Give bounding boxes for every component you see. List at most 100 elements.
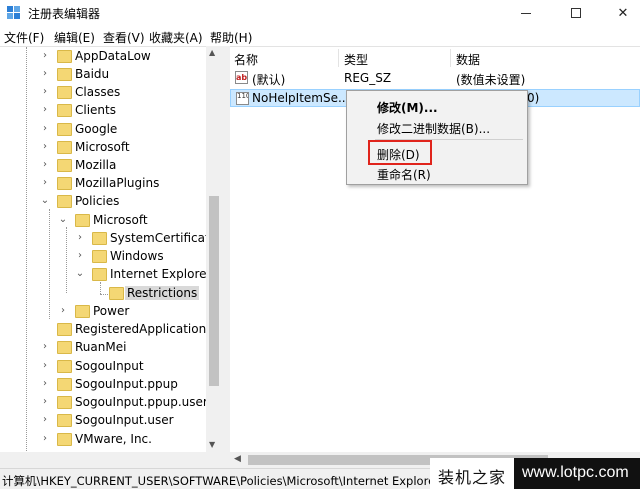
tree-item[interactable]: › MozillaPlugins (0, 175, 210, 193)
regedit-icon (7, 6, 21, 20)
folder-icon (57, 86, 72, 99)
tree-item[interactable]: ⌄ Policies (0, 193, 210, 211)
binary-value-icon: 110 (236, 92, 249, 105)
column-header-data[interactable]: 数据 (452, 47, 632, 69)
folder-icon (57, 341, 72, 354)
tree-item[interactable]: › Classes (0, 84, 210, 102)
collapse-icon[interactable]: ⌄ (40, 196, 50, 206)
folder-icon (92, 250, 107, 263)
registry-tree[interactable]: › AppDataLow › Baidu › Classes › Clients… (0, 46, 222, 452)
tree-item[interactable]: › SogouInput.user (0, 412, 210, 430)
scroll-left-icon[interactable]: ◀ (234, 454, 241, 464)
maximize-icon (571, 8, 581, 18)
tree-item[interactable]: › SystemCertificates (0, 230, 222, 248)
collapse-icon[interactable]: ⌄ (75, 269, 85, 279)
status-path: 计算机\HKEY_CURRENT_USER\SOFTWARE\Policies\… (2, 474, 459, 488)
folder-icon (57, 323, 72, 336)
pane-splitter[interactable] (222, 46, 230, 452)
tree-item[interactable]: › Baidu (0, 66, 210, 84)
expand-icon[interactable]: › (75, 233, 85, 243)
tree-item[interactable]: › Google (0, 121, 210, 139)
folder-icon (109, 287, 124, 300)
tree-item[interactable]: › SogouInput.ppup.user (0, 394, 210, 412)
scroll-up-icon[interactable]: ▲ (209, 48, 215, 57)
tree-item[interactable]: ⌄ Internet Explorer (0, 266, 211, 284)
tree-item[interactable]: › RuanMei (0, 339, 210, 357)
tree-item[interactable]: › AppDataLow (0, 48, 210, 66)
expand-icon[interactable]: › (40, 87, 50, 97)
watermark-right: www.lotpc.com (514, 458, 640, 489)
menu-file[interactable]: 文件(F) (4, 29, 44, 46)
menu-favorites[interactable]: 收藏夹(A) (149, 29, 203, 46)
folder-open-icon (57, 195, 72, 208)
context-modify-binary[interactable]: 修改二进制数据(B)... (347, 117, 527, 137)
collapse-icon[interactable]: ⌄ (58, 215, 68, 225)
column-header-name[interactable]: 名称 (230, 47, 338, 69)
scroll-down-icon[interactable]: ▼ (209, 440, 215, 449)
maximize-button[interactable] (553, 0, 599, 26)
expand-icon[interactable]: › (40, 142, 50, 152)
expand-icon[interactable]: › (75, 251, 85, 261)
tree-item[interactable]: › SogouInput (0, 358, 210, 376)
context-modify[interactable]: 修改(M)... (347, 96, 527, 116)
folder-icon (92, 232, 107, 245)
column-header-type[interactable]: 类型 (340, 47, 450, 69)
folder-icon (57, 396, 72, 409)
scroll-thumb[interactable] (209, 196, 219, 386)
expand-icon[interactable]: › (40, 105, 50, 115)
delete-highlight-box (368, 140, 432, 165)
tree-item[interactable]: › SogouInput.ppup (0, 376, 210, 394)
tree-item[interactable]: › Mozilla (0, 157, 210, 175)
close-icon: ✕ (617, 5, 629, 21)
menu-bar: 文件(F) 编辑(E) 查看(V) 收藏夹(A) 帮助(H) (0, 26, 640, 46)
minimize-button[interactable] (503, 0, 549, 26)
context-rename[interactable]: 重命名(R) (347, 163, 527, 183)
expand-icon[interactable]: › (40, 51, 50, 61)
title-bar: 注册表编辑器 ✕ (0, 0, 640, 26)
folder-icon (57, 68, 72, 81)
window-title: 注册表编辑器 (28, 7, 101, 21)
tree-item[interactable]: RegisteredApplications (0, 321, 212, 339)
expand-icon[interactable]: › (40, 160, 50, 170)
expand-icon[interactable]: › (40, 397, 50, 407)
tree-item-selected[interactable]: Restrictions (0, 285, 210, 303)
tree-horizontal-scrollbar[interactable] (0, 452, 230, 468)
folder-icon (75, 305, 90, 318)
folder-icon (57, 360, 72, 373)
tree-vertical-scrollbar[interactable]: ▲ ▼ (206, 46, 222, 452)
expand-icon[interactable]: › (40, 379, 50, 389)
tree-item[interactable]: › Clients (0, 102, 210, 120)
menu-help[interactable]: 帮助(H) (210, 29, 252, 46)
folder-icon (57, 177, 72, 190)
expand-icon[interactable]: › (40, 69, 50, 79)
context-menu: 修改(M)... 修改二进制数据(B)... 删除(D) 重命名(R) (346, 90, 528, 185)
folder-icon (57, 414, 72, 427)
folder-icon (57, 433, 72, 446)
minimize-icon (521, 12, 531, 14)
folder-open-icon (75, 214, 90, 227)
menu-edit[interactable]: 编辑(E) (54, 29, 95, 46)
expand-icon[interactable]: › (40, 415, 50, 425)
menu-view[interactable]: 查看(V) (103, 29, 145, 46)
folder-icon (57, 159, 72, 172)
folder-icon (57, 141, 72, 154)
close-button[interactable]: ✕ (600, 0, 640, 26)
expand-icon[interactable]: › (40, 178, 50, 188)
expand-icon[interactable]: › (40, 434, 50, 444)
expand-icon[interactable]: › (58, 306, 68, 316)
tree-item[interactable]: › VMware, Inc. (0, 431, 210, 449)
tree-item[interactable]: › Power (0, 303, 210, 321)
folder-icon (57, 50, 72, 63)
value-row[interactable]: ab (默认) REG_SZ (数值未设置) (230, 69, 640, 87)
string-value-icon: ab (235, 71, 248, 84)
folder-icon (57, 104, 72, 117)
watermark-left: 装机之家 (430, 458, 514, 489)
folder-open-icon (92, 268, 107, 281)
expand-icon[interactable]: › (40, 342, 50, 352)
expand-icon[interactable]: › (40, 361, 50, 371)
tree-item[interactable]: ⌄ Microsoft (0, 212, 210, 230)
tree-item[interactable]: › Microsoft (0, 139, 210, 157)
expand-icon[interactable]: › (40, 124, 50, 134)
tree-item[interactable]: › Windows (0, 248, 210, 266)
folder-icon (57, 378, 72, 391)
